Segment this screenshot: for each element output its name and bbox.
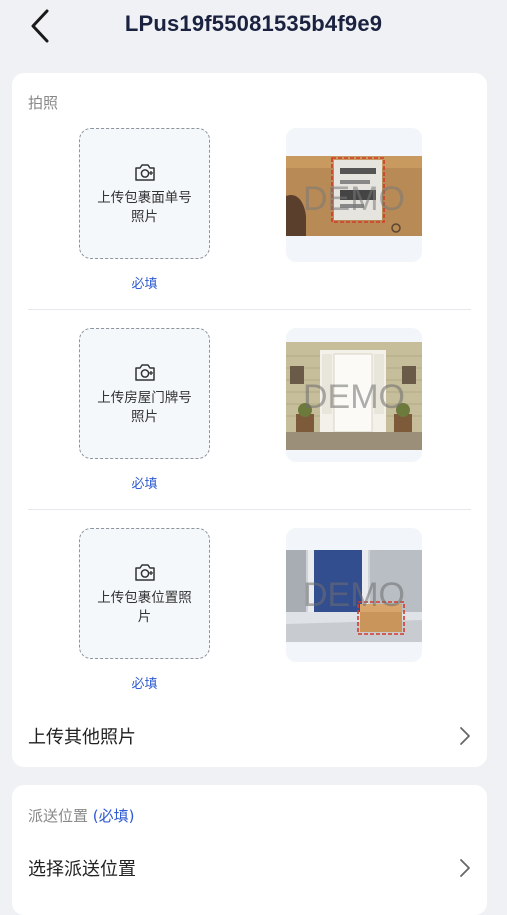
camera-add-icon — [135, 564, 155, 581]
camera-add-icon — [135, 164, 155, 181]
required-label: 必填 — [131, 677, 158, 692]
demo-watermark: DEMO — [303, 180, 405, 218]
section-label-delivery: 派送位置 (必填) — [28, 807, 135, 825]
upload-waybill-photo-button[interactable]: 上传包裹面单号 照片 — [79, 128, 210, 259]
chevron-right-icon — [460, 859, 470, 877]
photo-card: 拍照 上传包裹面单号 照片 必填 DEMO 上传房屋门牌号 照片 必填 DEMO… — [12, 73, 487, 767]
upload-location-photo-button[interactable]: 上传包裹位置照片 — [79, 528, 210, 659]
photo-row-doorplate: 上传房屋门牌号 照片 必填 DEMO — [12, 273, 487, 492]
upload-other-photos-row[interactable]: 上传其他照片 — [28, 714, 471, 758]
photo-row-waybill: 上传包裹面单号 照片 必填 DEMO — [12, 73, 487, 292]
select-delivery-location-row[interactable]: 选择派送位置 — [28, 846, 471, 890]
sample-image-location: DEMO — [286, 528, 422, 662]
demo-watermark: DEMO — [303, 576, 405, 614]
sample-image-doorplate: DEMO — [286, 328, 422, 462]
upload-label: 上传包裹面单号 照片 — [97, 190, 192, 225]
camera-add-icon — [135, 364, 155, 381]
demo-watermark: DEMO — [303, 378, 405, 416]
delivery-location-card: 派送位置 (必填) 选择派送位置 — [12, 785, 487, 915]
upload-label: 上传房屋门牌号 照片 — [97, 390, 192, 425]
required-label: (必填) — [92, 807, 135, 825]
upload-doorplate-photo-button[interactable]: 上传房屋门牌号 照片 — [79, 328, 210, 459]
header: LPus19f55081535b4f9e9 — [0, 0, 507, 56]
photo-row-location: 上传包裹位置照片 必填 DEMO — [12, 473, 487, 692]
page-title: LPus19f55081535b4f9e9 — [124, 11, 383, 36]
chevron-right-icon — [460, 727, 470, 745]
sample-image-waybill: DEMO — [286, 128, 422, 262]
select-delivery-location-label: 选择派送位置 — [28, 859, 136, 880]
upload-label: 上传包裹位置照片 — [97, 590, 192, 625]
upload-other-photos-label: 上传其他照片 — [28, 727, 136, 748]
